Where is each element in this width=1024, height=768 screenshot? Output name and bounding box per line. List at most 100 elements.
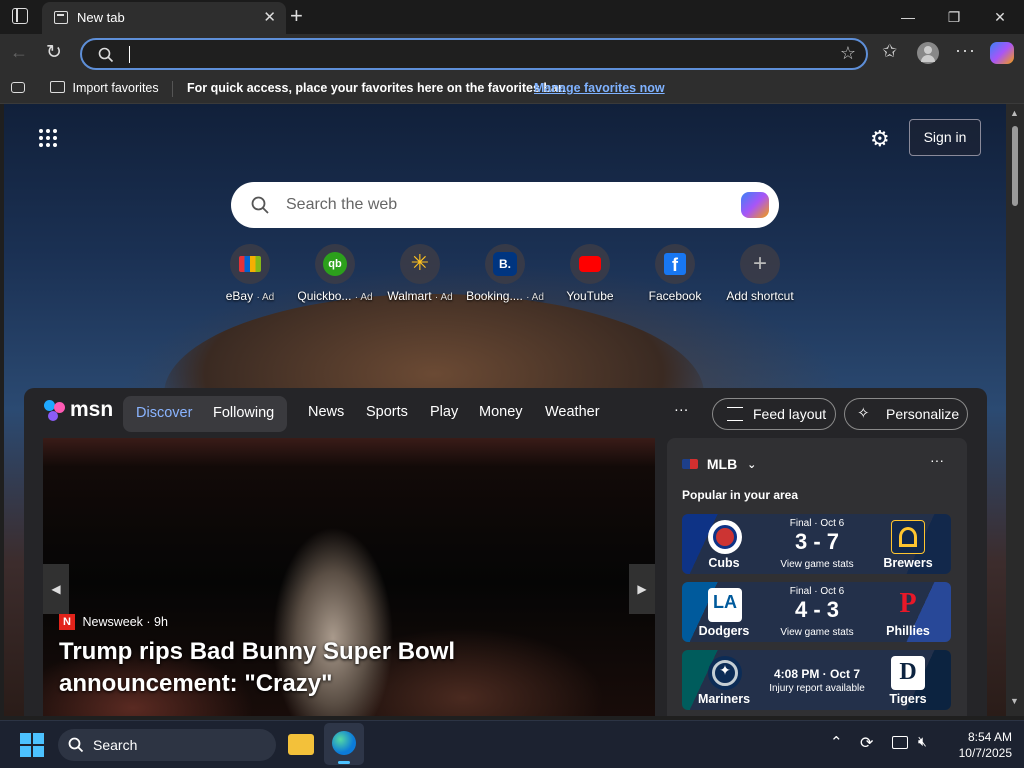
sliders-icon [727, 407, 743, 421]
restore-button[interactable]: ❐ [934, 4, 974, 30]
tab-discover[interactable]: Discover [136, 405, 192, 421]
shortcut-ebay[interactable]: eBay · Ad [207, 244, 293, 303]
taskbar-search[interactable]: Search [58, 729, 276, 761]
nav-play[interactable]: Play [430, 404, 458, 420]
apps-launcher-icon[interactable] [38, 128, 58, 148]
tab-actions-icon[interactable] [12, 8, 28, 24]
team-away: Tigers [889, 692, 927, 706]
personalize-button[interactable]: ✧ Personalize [844, 398, 968, 430]
shortcut-add[interactable]: + Add shortcut [717, 244, 803, 303]
sync-icon[interactable]: ⟳ [860, 733, 873, 753]
new-tab-button[interactable]: + [290, 3, 303, 29]
favorites-icon[interactable]: ✩ [882, 41, 897, 62]
title-bar: New tab ✕ + — ❐ ✕ [0, 0, 1024, 34]
nav-sports[interactable]: Sports [366, 404, 408, 420]
shortcut-label: Facebook [648, 289, 702, 303]
shortcut-facebook[interactable]: f Facebook [632, 244, 718, 303]
address-bar[interactable]: ☆ [80, 38, 868, 70]
close-tab-icon[interactable]: ✕ [263, 8, 276, 26]
tab-following[interactable]: Following [213, 405, 274, 421]
volume-muted-icon[interactable]: 🔇︎ [918, 733, 927, 750]
shortcut-quickbooks[interactable]: qb Quickbo... · Ad [292, 244, 378, 303]
game-score: 3 - 7 [794, 529, 840, 554]
taskbar-search-label: Search [93, 737, 138, 753]
game-cubs-brewers[interactable]: Cubs Final · Oct 6 3 - 7 View game stats… [682, 514, 951, 574]
address-caret [129, 46, 130, 63]
shortcut-youtube[interactable]: YouTube [547, 244, 633, 303]
network-icon[interactable] [892, 736, 908, 749]
tray-chevron-up-icon[interactable]: ⌃ [830, 733, 843, 751]
game-substatus: Injury report available [769, 683, 865, 694]
sidebar-toggle-icon[interactable] [11, 82, 25, 93]
game-substatus: View game stats [780, 559, 854, 570]
sports-more-button[interactable]: ··· [930, 452, 944, 468]
game-status: Final · Oct 6 [789, 586, 845, 597]
nav-news[interactable]: News [308, 404, 344, 420]
ad-badge: · Ad [434, 292, 453, 303]
shortcut-booking[interactable]: B. Booking.... · Ad [462, 244, 548, 303]
import-icon [50, 81, 65, 93]
shortcut-label: Add shortcut [726, 289, 794, 303]
sparkle-icon: ✧ [857, 405, 870, 422]
cubs-logo-icon [708, 520, 742, 554]
tab-new-tab[interactable]: New tab ✕ [42, 2, 286, 34]
search-placeholder: Search the web [286, 196, 398, 213]
shortcut-walmart[interactable]: ✳ Walmart · Ad [377, 244, 463, 303]
close-window-button[interactable]: ✕ [980, 4, 1020, 30]
nav-money[interactable]: Money [479, 404, 523, 420]
edge-taskbar-icon[interactable] [324, 723, 364, 765]
minimize-button[interactable]: — [888, 4, 928, 30]
settings-more-icon[interactable]: ··· [955, 40, 976, 61]
scroll-down-arrow[interactable]: ▼ [1010, 696, 1019, 706]
msn-feed: msn Discover Following News Sports Play … [24, 388, 987, 716]
import-label: Import favorites [72, 81, 159, 95]
game-mariners-tigers[interactable]: ✦ Mariners 4:08 PM · Oct 7 Injury report… [682, 650, 951, 710]
refresh-button[interactable]: ↻ [46, 41, 62, 64]
brewers-logo-icon [891, 520, 925, 554]
search-icon [98, 47, 114, 63]
favbar-message: For quick access, place your favorites h… [187, 81, 566, 95]
popular-heading: Popular in your area [682, 488, 799, 502]
clock-time: 8:54 AM [967, 730, 1012, 744]
shortcut-label: eBay [225, 289, 254, 303]
league-name: MLB [706, 456, 738, 473]
manage-favorites-link[interactable]: Manage favorites now [534, 81, 665, 95]
copilot-icon[interactable] [990, 42, 1014, 64]
hero-headline[interactable]: Trump rips Bad Bunny Super Bowl announce… [59, 636, 639, 700]
more-nav-button[interactable]: ··· [674, 402, 689, 418]
import-favorites-button[interactable]: Import favorites [50, 81, 159, 95]
sign-in-button[interactable]: Sign in [909, 119, 981, 156]
scrollbar-thumb[interactable] [1012, 126, 1018, 206]
carousel-prev-button[interactable]: ◀ [43, 564, 69, 614]
booking-icon: B. [485, 244, 525, 284]
newtab-icon [54, 11, 68, 24]
shortcut-label: Quickbo... [297, 289, 352, 303]
favbar-divider [172, 81, 173, 97]
news-source[interactable]: N Newsweek · 9h [59, 614, 168, 630]
back-button[interactable]: ← [10, 42, 28, 63]
mlb-league-selector[interactable]: MLB ⌄ [682, 455, 756, 472]
page-scrollbar[interactable]: ▲ ▼ [1006, 104, 1024, 716]
nav-weather[interactable]: Weather [545, 404, 600, 420]
hero-news-card[interactable]: ◀ ▶ N Newsweek · 9h Trump rips Bad Bunny… [43, 438, 655, 716]
game-score: 4 - 3 [794, 597, 840, 622]
favorite-star-icon[interactable]: ☆ [840, 43, 856, 64]
file-explorer-icon[interactable] [288, 734, 314, 755]
clock[interactable]: 8:54 AM 10/7/2025 [940, 729, 1012, 761]
page-settings-gear-icon[interactable]: ⚙ [870, 126, 890, 152]
carousel-next-button[interactable]: ▶ [629, 564, 655, 614]
facebook-icon: f [655, 244, 695, 284]
profile-avatar[interactable] [917, 42, 939, 64]
copilot-search-icon[interactable] [741, 192, 769, 218]
game-dodgers-phillies[interactable]: LA Dodgers Final · Oct 6 4 - 3 View game… [682, 582, 951, 642]
scroll-up-arrow[interactable]: ▲ [1010, 108, 1019, 118]
ad-badge: · Ad [354, 292, 373, 303]
windows-start-icon[interactable] [20, 733, 44, 757]
walmart-icon: ✳ [400, 244, 440, 284]
dodgers-logo-icon: LA [708, 588, 742, 622]
web-search-box[interactable]: Search the web [231, 182, 779, 228]
game-status: Final · Oct 6 [789, 518, 845, 529]
team-home: Cubs [708, 556, 740, 570]
feed-layout-button[interactable]: Feed layout [712, 398, 836, 430]
chevron-down-icon: ⌄ [747, 458, 757, 471]
